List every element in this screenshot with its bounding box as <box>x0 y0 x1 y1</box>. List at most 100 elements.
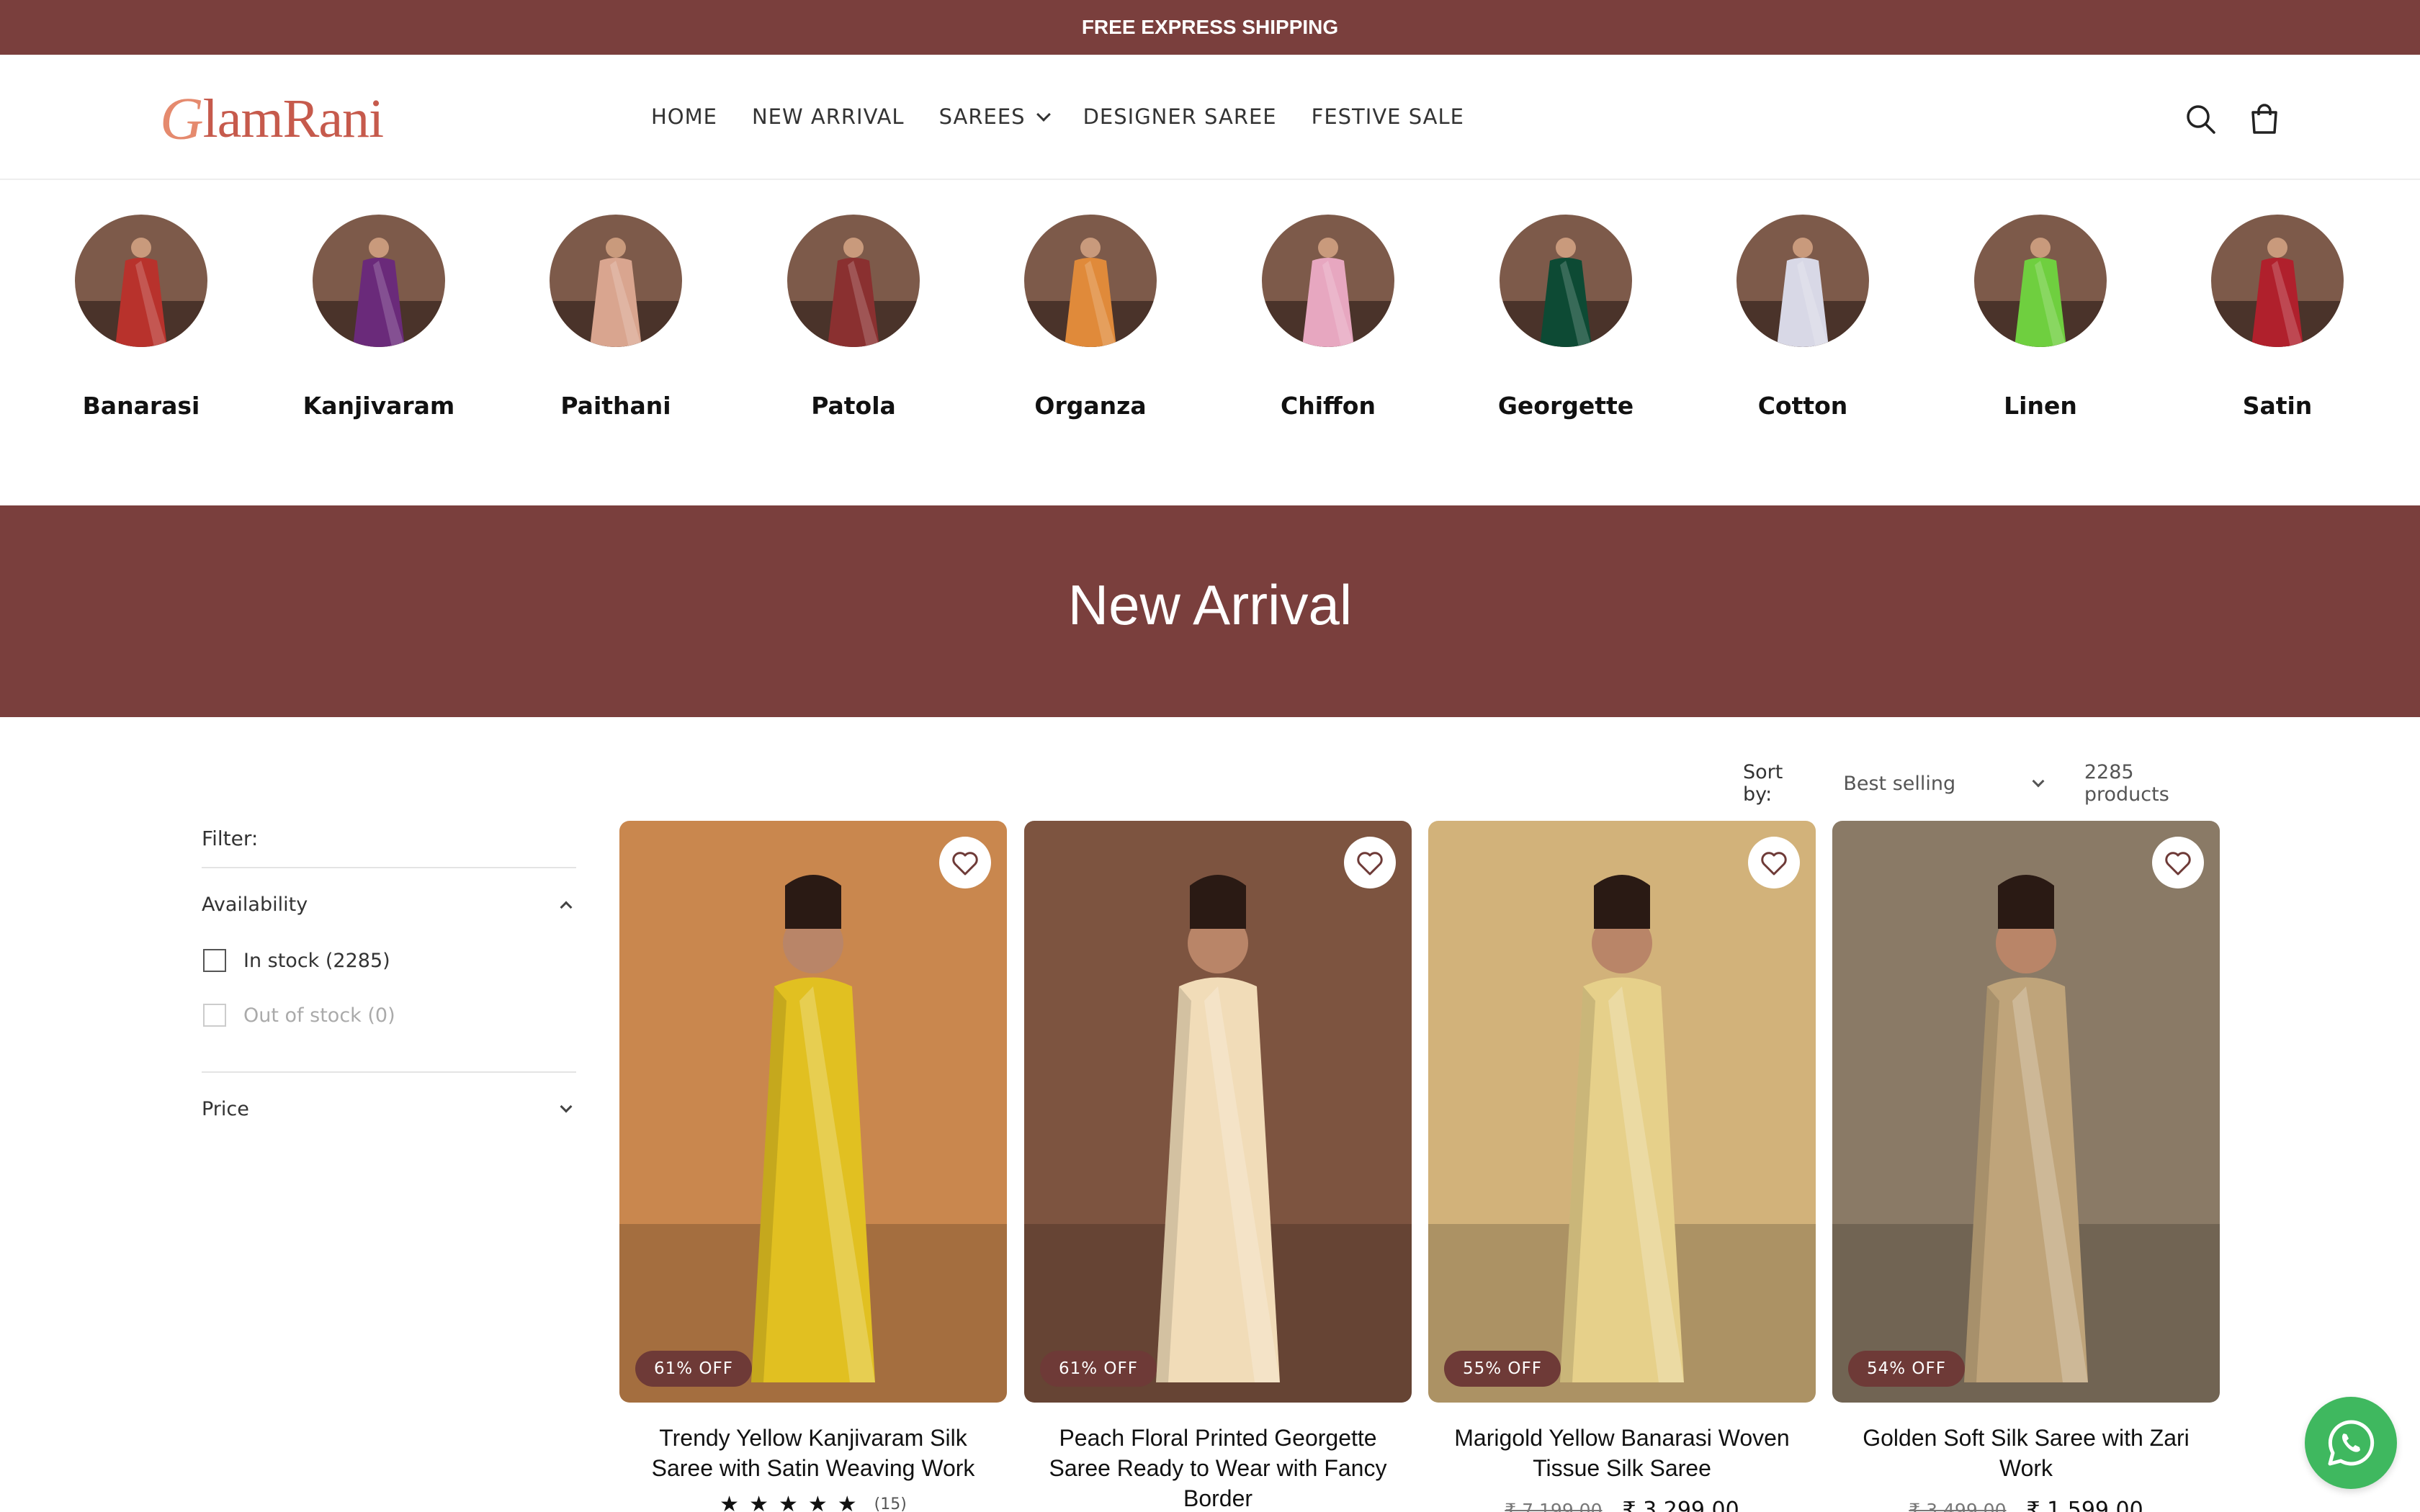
sort-bar: Sort by: Best selling 2285 products <box>1743 761 2218 806</box>
page-title: New Arrival <box>1067 572 1353 636</box>
review-count: (15) <box>874 1495 907 1512</box>
sale-price: ₹ 3,299.00 <box>1622 1498 1739 1512</box>
category-label: Patola <box>811 392 896 420</box>
nav-designer-saree-label: DESIGNER SAREE <box>1083 104 1277 129</box>
category-chiffon[interactable]: Chiffon <box>1242 215 1415 420</box>
category-satin[interactable]: Satin <box>2191 215 2364 420</box>
compare-price: ₹ 3,499.00 <box>1909 1500 2007 1512</box>
category-label: Organza <box>1034 392 1147 420</box>
nav-new-arrival-label: NEW ARRIVAL <box>751 104 905 129</box>
product-image[interactable]: 61% OFF <box>619 821 1007 1403</box>
category-kanjivaram[interactable]: Kanjivaram <box>292 215 465 420</box>
nav-festive-sale-label: FESTIVE SALE <box>1311 104 1464 129</box>
product-card[interactable]: 61% OFF Trendy Yellow Kanjivaram Silk Sar… <box>619 821 1007 1512</box>
nav-home[interactable]: HOME <box>651 104 717 129</box>
star-rating: ★★★★★ <box>720 1492 867 1512</box>
category-image <box>787 215 920 347</box>
filter-title: Filter: <box>202 806 576 868</box>
category-patola[interactable]: Patola <box>767 215 940 420</box>
logo[interactable]: GlamRani <box>160 85 385 153</box>
in-stock-label: In stock (2285) <box>243 949 390 972</box>
category-image <box>1736 215 1869 347</box>
category-image <box>1024 215 1157 347</box>
product-image[interactable]: 61% OFF <box>1024 821 1412 1403</box>
category-organza[interactable]: Organza <box>1004 215 1177 420</box>
site-header: GlamRani HOME NEW ARRIVAL SAREES DESIGNE… <box>0 55 2420 180</box>
whatsapp-button[interactable] <box>2305 1397 2397 1489</box>
category-image <box>1262 215 1394 347</box>
category-georgette[interactable]: Georgette <box>1479 215 1652 420</box>
out-of-stock-checkbox <box>203 1004 226 1027</box>
cart-icon[interactable] <box>2244 99 2285 140</box>
sort-label: Sort by: <box>1743 761 1783 806</box>
nav-home-label: HOME <box>651 104 717 129</box>
nav-sarees-label: SAREES <box>938 104 1026 129</box>
out-of-stock-label: Out of stock (0) <box>243 1004 395 1027</box>
wishlist-button[interactable] <box>1748 837 1800 888</box>
wishlist-button[interactable] <box>1344 837 1396 888</box>
product-card[interactable]: 54% OFF Golden Soft Silk Saree with Zari … <box>1832 821 2220 1512</box>
search-icon[interactable] <box>2181 99 2221 140</box>
category-label: Cotton <box>1757 392 1848 420</box>
category-image <box>1974 215 2107 347</box>
product-title[interactable]: Peach Floral Printed Georgette Saree Rea… <box>1024 1423 1412 1512</box>
wishlist-button[interactable] <box>939 837 991 888</box>
category-label: Chiffon <box>1281 392 1376 420</box>
chevron-up-icon <box>560 901 573 914</box>
category-label: Banarasi <box>82 392 200 420</box>
logo-initial: G <box>160 85 204 153</box>
product-image[interactable]: 54% OFF <box>1832 821 2220 1403</box>
product-title[interactable]: Marigold Yellow Banarasi Woven Tissue Si… <box>1428 1423 1816 1483</box>
category-image <box>75 215 207 347</box>
category-label: Linen <box>2004 392 2077 420</box>
product-card[interactable]: 55% OFF Marigold Yellow Banarasi Woven Ti… <box>1428 821 1816 1512</box>
heart-icon <box>2165 852 2191 876</box>
heart-icon <box>1357 852 1383 876</box>
category-label: Paithani <box>560 392 671 420</box>
announcement-bar: FREE EXPRESS SHIPPING <box>0 0 2420 55</box>
nav-festive-sale[interactable]: FESTIVE SALE <box>1312 104 1464 129</box>
collection-banner: New Arrival <box>0 505 2420 717</box>
category-label: Satin <box>2242 392 2313 420</box>
chevron-down-icon <box>560 1100 573 1113</box>
availability-label: Availability <box>202 893 308 916</box>
product-card[interactable]: 61% OFF Peach Floral Printed Georgette Sa… <box>1024 821 1412 1512</box>
product-image[interactable]: 55% OFF <box>1428 821 1816 1403</box>
in-stock-checkbox[interactable] <box>203 949 226 972</box>
nav-designer-saree[interactable]: DESIGNER SAREE <box>1083 104 1277 129</box>
category-strip: Banarasi Kanjivaram Paithani Patola Organza C… <box>0 180 2420 505</box>
discount-badge: 61% OFF <box>1040 1351 1157 1387</box>
discount-badge: 61% OFF <box>635 1351 752 1387</box>
heart-icon <box>1761 852 1787 876</box>
price-row: ₹ 7,199.00 ₹ 3,299.00 <box>1428 1496 1816 1512</box>
availability-facet-toggle[interactable]: Availability <box>202 868 576 940</box>
category-paithani[interactable]: Paithani <box>529 215 702 420</box>
price-label: Price <box>202 1097 249 1120</box>
category-image <box>313 215 445 347</box>
category-cotton[interactable]: Cotton <box>1716 215 1889 420</box>
discount-badge: 55% OFF <box>1444 1351 1561 1387</box>
product-count: 2285 products <box>2084 761 2169 806</box>
logo-text: lamRani <box>202 88 385 149</box>
product-title[interactable]: Golden Soft Silk Saree with Zari Work <box>1832 1423 2220 1483</box>
category-image <box>2211 215 2344 347</box>
out-of-stock-option: Out of stock (0) <box>202 988 576 1043</box>
sort-value: Best selling <box>1843 772 1956 795</box>
category-image <box>1500 215 1632 347</box>
compare-price: ₹ 7,199.00 <box>1505 1500 1603 1512</box>
chevron-down-icon <box>2032 775 2045 788</box>
product-title[interactable]: Trendy Yellow Kanjivaram Silk Saree with… <box>619 1423 1007 1483</box>
sort-select[interactable]: Best selling <box>1843 773 2050 795</box>
main-nav: HOME NEW ARRIVAL SAREES DESIGNER SAREE F… <box>651 95 1499 138</box>
discount-badge: 54% OFF <box>1848 1351 1965 1387</box>
nav-new-arrival[interactable]: NEW ARRIVAL <box>752 104 905 129</box>
wishlist-button[interactable] <box>2152 837 2204 888</box>
price-facet-toggle[interactable]: Price <box>202 1073 576 1145</box>
category-linen[interactable]: Linen <box>1954 215 2127 420</box>
heart-icon <box>952 852 978 876</box>
category-label: Kanjivaram <box>302 392 455 420</box>
nav-sarees[interactable]: SAREES <box>938 104 1051 129</box>
filter-sidebar: Filter: Availability In stock (2285) Out… <box>202 806 576 1145</box>
in-stock-option[interactable]: In stock (2285) <box>202 933 576 988</box>
category-banarasi[interactable]: Banarasi <box>55 215 228 420</box>
